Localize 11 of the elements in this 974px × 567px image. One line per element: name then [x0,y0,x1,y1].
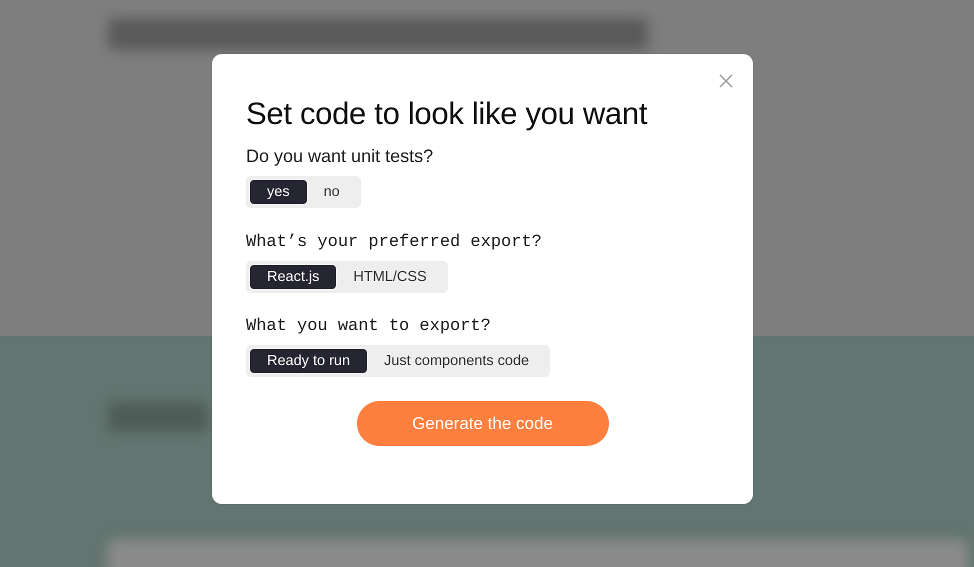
option-button[interactable]: HTML/CSS [336,265,444,289]
option-button[interactable]: Ready to run [250,349,368,373]
question-label: What you want to export? [246,317,492,336]
close-icon[interactable] [719,74,733,88]
option-button[interactable]: no [306,180,357,204]
option-button[interactable]: yes [250,180,307,204]
option-button[interactable]: React.js [250,265,336,289]
option-button[interactable]: Just components code [367,349,546,373]
dialog-title: Set code to look like you want [246,96,648,132]
question-label: Do you want unit tests? [246,146,434,167]
question-label: What’s your preferred export? [246,233,543,252]
